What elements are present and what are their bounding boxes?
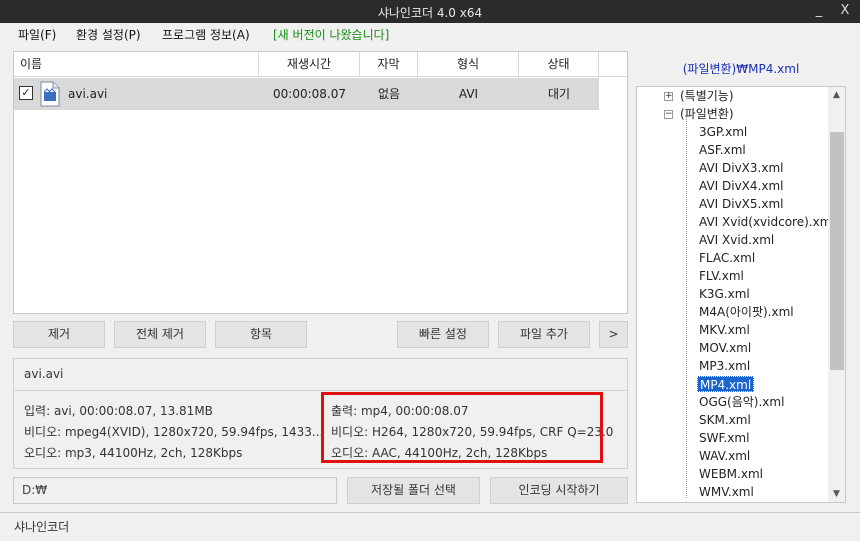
remove-all-button[interactable]: 전체 제거 [114, 321, 206, 348]
column-header-spacer [599, 52, 627, 77]
input-audio: 오디오: mp3, 44100Hz, 2ch, 128Kbps [24, 446, 243, 460]
window-title: 샤나인코더 4.0 x64 [377, 6, 483, 20]
tree-item[interactable]: AVI DivX3.xml [699, 160, 783, 176]
tree-guide-line [686, 116, 687, 498]
info-divider [14, 390, 627, 391]
update-notice-link[interactable]: [새 버전이 나왔습니다] [273, 26, 389, 43]
info-filename: avi.avi [24, 367, 64, 381]
status-bar: 샤나인코더 [0, 512, 860, 541]
output-highlight-box [321, 392, 603, 463]
row-checkbox[interactable]: ✓ [19, 86, 33, 100]
video-file-icon [40, 81, 60, 107]
more-button[interactable]: > [599, 321, 628, 348]
current-preset-label: (파일변환)₩MP4.xml [682, 62, 800, 76]
tree-item[interactable]: SKM.xml [699, 412, 751, 428]
tree-item[interactable]: AVI Xvid(xvidcore).xml [699, 214, 835, 230]
quick-settings-button[interactable]: 빠른 설정 [397, 321, 489, 348]
column-header-duration[interactable]: 재생시간 [259, 52, 360, 77]
tree-item[interactable]: WEBM.xml [699, 466, 763, 482]
tree-item[interactable]: FLV.xml [699, 268, 744, 284]
output-folder-field[interactable]: D:₩ [13, 477, 337, 504]
column-header-status[interactable]: 상태 [519, 52, 599, 77]
collapse-icon[interactable]: − [664, 110, 673, 119]
tree-group-special[interactable]: (특별기능) [680, 88, 734, 104]
row-subtitle: 없음 [377, 87, 401, 101]
tree-item[interactable]: WMV.xml [699, 484, 754, 500]
tree-group-convert[interactable]: (파일변환) [680, 106, 734, 122]
column-header-name[interactable]: 이름 [14, 52, 259, 77]
minimize-button[interactable]: _ [808, 2, 830, 20]
remove-button[interactable]: 제거 [13, 321, 105, 348]
add-file-button[interactable]: 파일 추가 [498, 321, 590, 348]
row-filename: avi.avi [68, 87, 108, 101]
tree-item[interactable]: OGG(음악).xml [699, 394, 784, 410]
column-header-subtitle[interactable]: 자막 [360, 52, 418, 77]
tree-scrollbar-thumb[interactable] [830, 132, 844, 370]
row-format: AVI [458, 87, 479, 101]
menu-settings[interactable]: 환경 설정(P) [76, 26, 141, 43]
title-bar: 샤나인코더 4.0 x64 _ X [0, 0, 860, 23]
items-button[interactable]: 항목 [215, 321, 307, 348]
tree-item[interactable]: ASF.xml [699, 142, 746, 158]
menu-about[interactable]: 프로그램 정보(A) [162, 26, 250, 43]
file-list[interactable]: 이름 재생시간 자막 형식 상태 ✓ avi.avi 00:00:08.07 없… [13, 51, 628, 314]
row-status: 대기 [547, 87, 571, 101]
start-encoding-button[interactable]: 인코딩 시작하기 [490, 477, 628, 504]
tree-item[interactable]: AVI DivX4.xml [699, 178, 783, 194]
column-header-format[interactable]: 형식 [418, 52, 519, 77]
scroll-down-icon[interactable]: ▼ [833, 489, 840, 499]
tree-item[interactable]: WAV.xml [699, 448, 750, 464]
tree-item[interactable]: FLAC.xml [699, 250, 755, 266]
tree-item[interactable]: MOV.xml [699, 340, 751, 356]
scroll-up-icon[interactable]: ▲ [833, 90, 840, 100]
menu-bar: 파일(F) 환경 설정(P) 프로그램 정보(A) [새 버전이 나왔습니다] [0, 23, 860, 45]
expand-icon[interactable]: + [664, 92, 673, 101]
table-row[interactable]: ✓ avi.avi 00:00:08.07 없음 AVI 대기 [14, 78, 599, 110]
close-button[interactable]: X [834, 2, 856, 20]
input-video: 비디오: mpeg4(XVID), 1280x720, 59.94fps, 14… [24, 425, 324, 439]
tree-item[interactable]: SWF.xml [699, 430, 749, 446]
tree-item[interactable]: MKV.xml [699, 322, 750, 338]
choose-folder-button[interactable]: 저장될 폴더 선택 [347, 477, 480, 504]
tree-item[interactable]: 3GP.xml [699, 124, 747, 140]
menu-file[interactable]: 파일(F) [18, 26, 56, 43]
tree-item[interactable]: K3G.xml [699, 286, 750, 302]
tree-item[interactable]: AVI DivX5.xml [699, 196, 783, 212]
tree-item[interactable]: MP3.xml [699, 358, 750, 374]
tree-item-selected[interactable]: MP4.xml [697, 376, 755, 392]
tree-item[interactable]: M4A(아이팟).xml [699, 304, 794, 320]
input-summary: 입력: avi, 00:00:08.07, 13.81MB [24, 404, 213, 418]
tree-item[interactable]: AVI Xvid.xml [699, 232, 774, 248]
row-duration: 00:00:08.07 [273, 87, 346, 101]
status-text: 샤나인코더 [14, 520, 70, 534]
